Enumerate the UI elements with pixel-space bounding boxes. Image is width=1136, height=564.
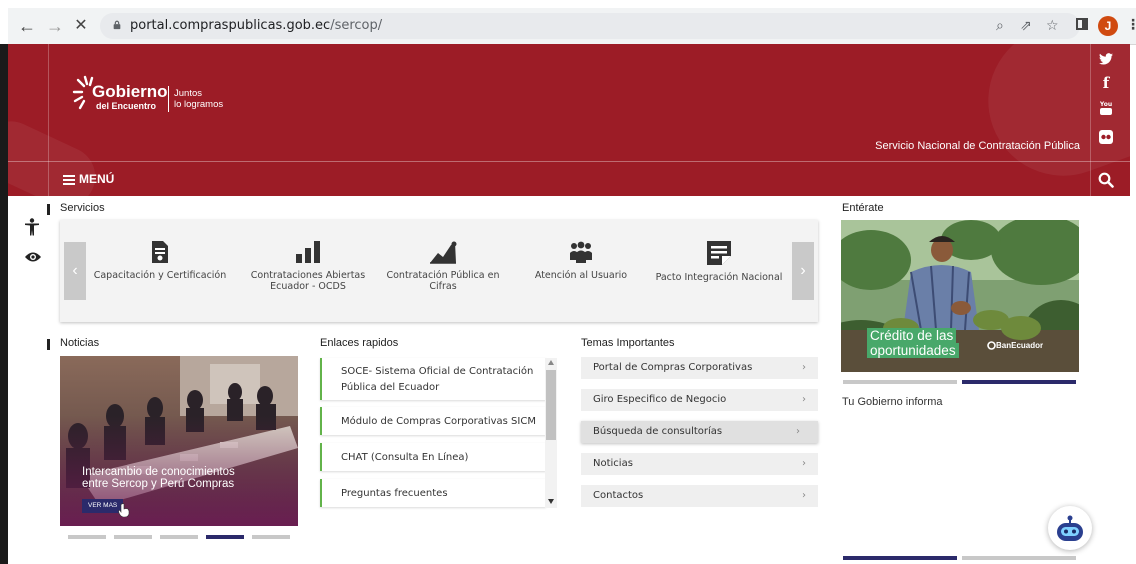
scroll-up-icon[interactable]	[548, 360, 554, 365]
back-icon[interactable]: ←	[16, 15, 38, 37]
header-divider	[8, 161, 1130, 162]
chevron-right-icon: ›	[802, 490, 806, 501]
temas-title: Temas Importantes	[581, 337, 675, 349]
topic-noticias[interactable]: Noticias ›	[581, 453, 818, 475]
gobierno-carousel-dot-active[interactable]	[843, 556, 957, 560]
banecuador-mark-icon	[987, 341, 996, 351]
scroll-down-icon[interactable]	[548, 499, 554, 504]
bookmark-star-icon[interactable]: ☆	[1046, 17, 1059, 34]
logo-brand-subtext: del Encuentro	[96, 101, 157, 111]
service-ocds[interactable]: Contrataciones Abiertas Ecuador - OCDS	[238, 240, 378, 292]
logo-brand-text: Gobierno	[92, 82, 168, 101]
enterate-carousel-dot-active[interactable]	[962, 380, 1076, 384]
accessibility-person-icon[interactable]	[24, 218, 40, 236]
chevron-right-icon: ›	[802, 362, 806, 373]
topic-giro-negocio[interactable]: Giro Especifico de Negocio ›	[581, 389, 818, 411]
hand-cursor-icon	[118, 503, 130, 517]
noticias-title: Noticias	[60, 337, 100, 349]
link-sicm[interactable]: Módulo de Compras Corporativas SICM	[320, 407, 546, 435]
section-marker	[47, 339, 50, 350]
logo-separator	[168, 86, 169, 112]
contrast-eye-icon[interactable]	[24, 250, 42, 264]
area-chart-icon	[430, 241, 457, 264]
topic-contactos[interactable]: Contactos ›	[581, 485, 818, 507]
zoom-icon[interactable]: ⌕	[996, 17, 1004, 34]
enterate-title: Entérate	[842, 202, 884, 214]
people-group-icon	[570, 241, 592, 263]
flickr-icon[interactable]	[1096, 130, 1116, 149]
service-capacitacion[interactable]: Capacitación y Certificación	[90, 240, 230, 281]
logo-tagline: Juntos	[174, 88, 202, 99]
facebook-icon[interactable]: f	[1096, 74, 1116, 92]
share-icon[interactable]: ⇗	[1020, 17, 1032, 34]
svg-text:You: You	[1100, 101, 1112, 108]
youtube-icon[interactable]: You	[1096, 100, 1116, 121]
bar-chart-icon	[296, 241, 320, 263]
forward-icon[interactable]: →	[44, 15, 66, 37]
menu-button[interactable]: MENÚ	[63, 172, 114, 186]
window-edge	[0, 44, 8, 564]
profile-avatar[interactable]: J	[1098, 16, 1118, 36]
document-icon	[707, 241, 731, 265]
carousel-next-button[interactable]: ›	[792, 242, 814, 300]
site-header: Gobierno del Encuentro Juntos lo logramo…	[8, 44, 1130, 196]
robot-icon	[1057, 515, 1083, 541]
link-soce[interactable]: SOCE- Sistema Oficial de Contratación Pú…	[320, 358, 546, 400]
enterate-carousel-dot[interactable]	[843, 380, 957, 384]
topic-busqueda-consultorias[interactable]: Búsqueda de consultorías ›	[581, 421, 818, 443]
service-atencion[interactable]: Atención al Usuario	[516, 240, 646, 281]
servicios-title: Servicios	[60, 202, 105, 214]
stop-loading-icon[interactable]: ✕	[70, 15, 92, 37]
news-carousel-dot[interactable]	[160, 535, 198, 539]
side-panel-icon[interactable]	[1076, 18, 1088, 30]
search-icon[interactable]	[1098, 172, 1114, 188]
certificate-icon	[152, 241, 168, 263]
address-bar[interactable]: portal.compraspublicas.gob.ec/sercop/ ⌕ …	[100, 13, 1080, 39]
link-chat[interactable]: CHAT (Consulta En Línea)	[320, 443, 546, 471]
agency-name: Servicio Nacional de Contratación Públic…	[875, 140, 1080, 152]
twitter-icon[interactable]	[1096, 52, 1116, 70]
chevron-right-icon: ›	[802, 394, 806, 405]
browser-toolbar: ← → ✕ portal.compraspublicas.gob.ec/serc…	[8, 8, 1136, 45]
news-carousel-dot[interactable]	[114, 535, 152, 539]
hamburger-icon	[63, 174, 75, 185]
chevron-right-icon: ›	[796, 426, 800, 437]
news-carousel-dot[interactable]	[68, 535, 106, 539]
scrollbar-thumb[interactable]	[546, 370, 556, 440]
services-carousel: ‹ › Capacitación y Certificación Contrat…	[60, 220, 818, 322]
links-scrollbar[interactable]	[545, 358, 557, 508]
carousel-prev-button[interactable]: ‹	[64, 242, 86, 300]
header-guide-line	[1090, 44, 1091, 196]
section-marker	[47, 204, 50, 215]
browser-menu-icon[interactable]: ⋮	[1126, 16, 1136, 33]
enlaces-title: Enlaces rapidos	[320, 337, 399, 349]
news-caption: Intercambio de conocimientos entre Serco…	[82, 466, 235, 490]
link-faq[interactable]: Preguntas frecuentes	[320, 479, 546, 507]
gobierno-informa-title: Tu Gobierno informa	[842, 396, 943, 408]
lock-icon	[113, 20, 121, 30]
header-guide-line	[48, 44, 49, 196]
chatbot-button[interactable]	[1048, 506, 1092, 550]
news-slide[interactable]: Intercambio de conocimientos entre Serco…	[60, 356, 298, 526]
gobierno-carousel-dot[interactable]	[962, 556, 1076, 560]
service-pacto[interactable]: Pacto Integración Nacional	[646, 240, 792, 283]
enterate-banner[interactable]: Crédito de las oportunidades BanEcuador	[841, 220, 1079, 372]
enterate-caption: Crédito de las oportunidades	[867, 328, 959, 358]
news-carousel-dot[interactable]	[252, 535, 290, 539]
news-carousel-dot-active[interactable]	[206, 535, 244, 539]
url-text: portal.compraspublicas.gob.ec/sercop/	[130, 18, 383, 33]
topic-compras-corporativas[interactable]: Portal de Compras Corporativas ›	[581, 357, 818, 379]
logo-tagline: lo logramos	[174, 99, 224, 110]
chevron-right-icon: ›	[802, 458, 806, 469]
banecuador-logo: BanEcuador	[987, 341, 1043, 351]
service-cifras[interactable]: Contratación Pública en Cifras	[378, 240, 508, 292]
